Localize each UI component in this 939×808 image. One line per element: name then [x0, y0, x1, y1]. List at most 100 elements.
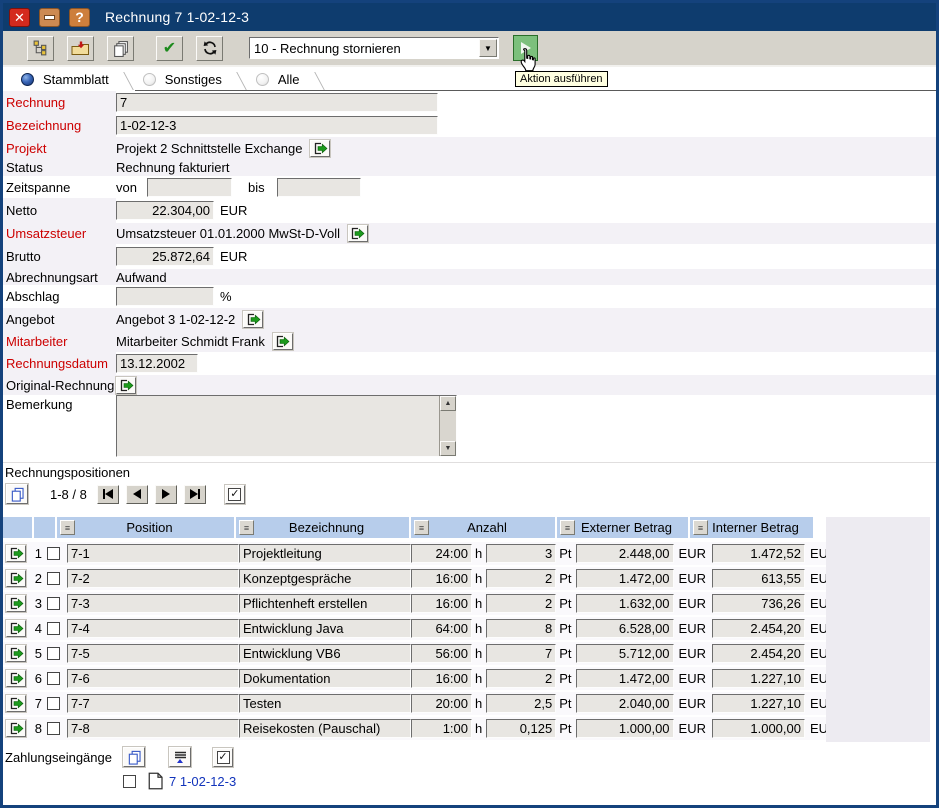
interner-betrag-input[interactable] [712, 669, 805, 688]
next-page-button[interactable] [155, 485, 177, 504]
payment-link[interactable]: 7 1-02-12-3 [169, 774, 236, 789]
bemerkung-textarea[interactable]: ▲ ▼ [116, 395, 457, 457]
position-input[interactable] [67, 544, 239, 563]
copy-button[interactable] [107, 36, 134, 61]
zeit-input[interactable] [411, 619, 472, 638]
zeit-input[interactable] [411, 719, 472, 738]
tab-sonstiges[interactable]: Sonstiges [135, 71, 248, 91]
abschlag-input[interactable] [116, 287, 214, 306]
position-checkbox[interactable] [47, 647, 60, 660]
bezeichnung-input[interactable] [239, 694, 411, 713]
menge-input[interactable] [486, 544, 556, 563]
first-page-button[interactable] [97, 485, 119, 504]
refresh-button[interactable] [196, 36, 223, 61]
goto-position-button[interactable] [6, 595, 26, 612]
goto-umsatzsteuer-button[interactable] [348, 225, 368, 242]
position-input[interactable] [67, 644, 239, 663]
column-menu-icon[interactable]: ≡ [60, 520, 75, 535]
menge-input[interactable] [486, 594, 556, 613]
open-import-button[interactable] [67, 36, 94, 61]
payments-sort-button[interactable] [169, 747, 191, 767]
externer-betrag-input[interactable] [576, 719, 674, 738]
payment-checkbox[interactable] [123, 775, 136, 788]
goto-mitarbeiter-button[interactable] [273, 333, 293, 350]
zeitspanne-bis-input[interactable] [277, 178, 361, 197]
interner-betrag-input[interactable] [712, 619, 805, 638]
interner-betrag-input[interactable] [712, 594, 805, 613]
rechnungsdatum-input[interactable] [116, 354, 198, 373]
chevron-down-icon[interactable]: ▼ [479, 39, 497, 57]
goto-position-button[interactable] [6, 620, 26, 637]
menge-input[interactable] [486, 619, 556, 638]
externer-betrag-input[interactable] [576, 619, 674, 638]
position-input[interactable] [67, 669, 239, 688]
menge-input[interactable] [486, 569, 556, 588]
position-checkbox[interactable] [47, 622, 60, 635]
prev-page-button[interactable] [126, 485, 148, 504]
column-menu-icon[interactable]: ≡ [560, 520, 575, 535]
position-input[interactable] [67, 569, 239, 588]
goto-angebot-button[interactable] [243, 311, 263, 328]
scroll-up-icon[interactable]: ▲ [440, 396, 456, 411]
goto-position-button[interactable] [6, 720, 26, 737]
menge-input[interactable] [486, 719, 556, 738]
help-icon[interactable]: ? [69, 8, 90, 27]
zeit-input[interactable] [411, 594, 472, 613]
bezeichnung-input[interactable] [239, 719, 411, 738]
zeit-input[interactable] [411, 569, 472, 588]
bezeichnung-input[interactable] [239, 569, 411, 588]
position-input[interactable] [67, 694, 239, 713]
zeitspanne-von-input[interactable] [147, 178, 232, 197]
goto-position-button[interactable] [6, 570, 26, 587]
column-menu-icon[interactable]: ≡ [693, 520, 708, 535]
externer-betrag-input[interactable] [576, 544, 674, 563]
copy-rows-button[interactable] [6, 484, 28, 504]
interner-betrag-input[interactable] [712, 694, 805, 713]
goto-position-button[interactable] [6, 695, 26, 712]
tree-view-button[interactable] [27, 36, 54, 61]
goto-original-rechnung-button[interactable] [116, 377, 136, 394]
zeit-input[interactable] [411, 644, 472, 663]
position-checkbox[interactable] [47, 572, 60, 585]
payments-select-all-button[interactable] [213, 748, 233, 767]
column-menu-icon[interactable]: ≡ [414, 520, 429, 535]
brutto-input[interactable] [116, 247, 214, 266]
bezeichnung-input[interactable] [239, 544, 411, 563]
externer-betrag-input[interactable] [576, 644, 674, 663]
bezeichnung-input[interactable] [239, 594, 411, 613]
position-checkbox[interactable] [47, 597, 60, 610]
netto-input[interactable] [116, 201, 214, 220]
select-all-checkbox[interactable] [228, 488, 241, 501]
menge-input[interactable] [486, 694, 556, 713]
interner-betrag-input[interactable] [712, 569, 805, 588]
action-select[interactable]: 10 - Rechnung stornieren ▼ [249, 37, 499, 59]
goto-position-button[interactable] [6, 670, 26, 687]
last-page-button[interactable] [184, 485, 206, 504]
interner-betrag-input[interactable] [712, 719, 805, 738]
position-checkbox[interactable] [47, 672, 60, 685]
menge-input[interactable] [486, 644, 556, 663]
externer-betrag-input[interactable] [576, 669, 674, 688]
confirm-button[interactable]: ✔ [156, 36, 183, 61]
select-all-positions-button[interactable] [225, 485, 245, 504]
bezeichnung-input[interactable] [116, 116, 438, 135]
goto-position-button[interactable] [6, 645, 26, 662]
bezeichnung-input[interactable] [239, 669, 411, 688]
position-input[interactable] [67, 719, 239, 738]
tab-stammblatt[interactable]: Stammblatt [13, 71, 135, 91]
externer-betrag-input[interactable] [576, 594, 674, 613]
interner-betrag-input[interactable] [712, 644, 805, 663]
payments-copy-button[interactable] [123, 747, 145, 767]
close-icon[interactable]: ✕ [9, 8, 30, 27]
externer-betrag-input[interactable] [576, 694, 674, 713]
goto-position-button[interactable] [6, 545, 26, 562]
zeit-input[interactable] [411, 694, 472, 713]
zeit-input[interactable] [411, 669, 472, 688]
goto-projekt-button[interactable] [310, 140, 330, 157]
column-menu-icon[interactable]: ≡ [239, 520, 254, 535]
position-checkbox[interactable] [47, 547, 60, 560]
tab-alle[interactable]: Alle [248, 71, 326, 91]
position-checkbox[interactable] [47, 722, 60, 735]
scroll-down-icon[interactable]: ▼ [440, 441, 456, 456]
externer-betrag-input[interactable] [576, 569, 674, 588]
